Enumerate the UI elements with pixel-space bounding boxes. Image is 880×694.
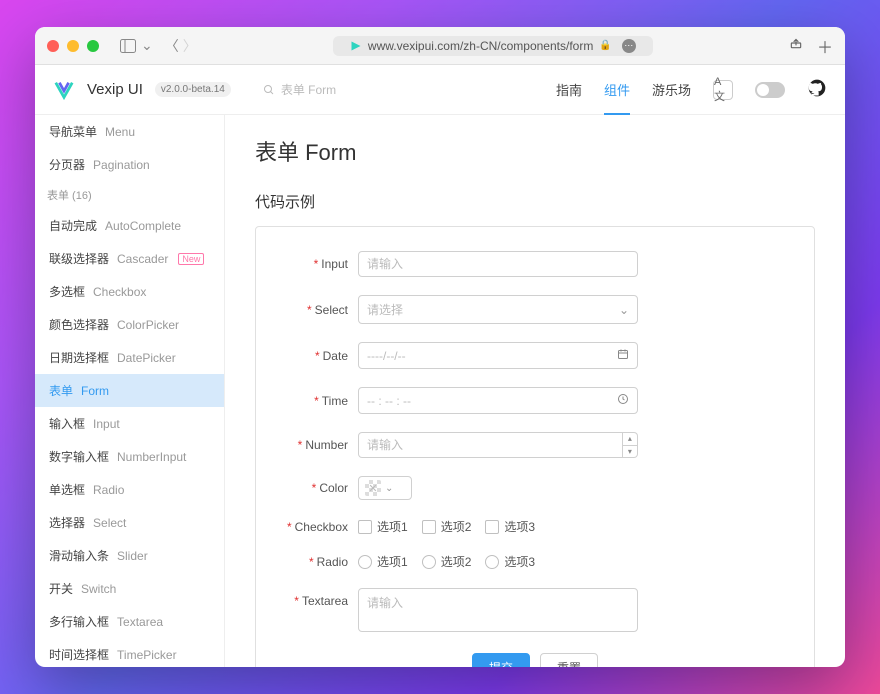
input-field[interactable]	[358, 251, 638, 277]
radio-opt-1[interactable]: 选项1	[358, 553, 408, 570]
theme-toggle[interactable]	[755, 82, 785, 98]
sidebar-item-switch[interactable]: 开关 Switch	[35, 572, 224, 605]
label-date: Date	[323, 349, 348, 363]
sidebar-item-autocomplete[interactable]: 自动完成 AutoComplete	[35, 209, 224, 242]
nav-components[interactable]: 组件	[604, 80, 630, 115]
url-text: www.vexipui.com/zh-CN/components/form	[368, 39, 593, 53]
label-number: Number	[305, 438, 348, 452]
sidebar: 导航菜单 Menu 分页器 Pagination 表单 (16) 自动完成 Au…	[35, 115, 225, 667]
select-placeholder: 请选择	[367, 301, 619, 318]
radio-icon	[485, 555, 499, 569]
close-window-icon[interactable]	[47, 40, 59, 52]
radio-icon	[358, 555, 372, 569]
logo-icon[interactable]	[53, 79, 75, 101]
checkbox-icon	[422, 520, 436, 534]
nav-playground[interactable]: 游乐场	[652, 80, 691, 99]
app-header: Vexip UI v2.0.0-beta.14 表单 Form 指南 组件 游乐…	[35, 65, 845, 115]
sidebar-item-radio[interactable]: 单选框 Radio	[35, 473, 224, 506]
url-bar[interactable]: www.vexipui.com/zh-CN/components/form 🔒 …	[333, 36, 653, 56]
date-placeholder: ----/--/--	[367, 349, 617, 363]
sidebar-item-numberinput[interactable]: 数字输入框 NumberInput	[35, 440, 224, 473]
chevron-down-icon: ⌄	[619, 303, 629, 317]
sidebar-item-form[interactable]: 表单 Form	[35, 374, 224, 407]
browser-window: ⌄ 〈 〉 www.vexipui.com/zh-CN/components/f…	[35, 27, 845, 667]
number-field[interactable]	[358, 432, 623, 458]
nav-forward-icon: 〉	[183, 36, 197, 56]
sidebar-item-select[interactable]: 选择器 Select	[35, 506, 224, 539]
new-badge: New	[178, 253, 204, 265]
example-form-card: *Input *Select 请选择 ⌄ *Date	[255, 226, 815, 667]
sidebar-item-timepicker[interactable]: 时间选择框 TimePicker	[35, 638, 224, 667]
checkbox-opt-2[interactable]: 选项2	[422, 518, 472, 535]
sidebar-item-datepicker[interactable]: 日期选择框 DatePicker	[35, 341, 224, 374]
sidebar-group-form: 表单 (16)	[35, 181, 224, 209]
label-color: Color	[319, 481, 348, 495]
reset-button[interactable]: 重置	[540, 653, 598, 667]
titlebar: ⌄ 〈 〉 www.vexipui.com/zh-CN/components/f…	[35, 27, 845, 65]
select-field[interactable]: 请选择 ⌄	[358, 295, 638, 324]
label-radio: Radio	[317, 555, 348, 569]
sidebar-item-cascader[interactable]: 联级选择器 CascaderNew	[35, 242, 224, 275]
color-swatch-icon: ✕	[365, 480, 381, 496]
chevron-down-icon: ⌄	[385, 483, 393, 494]
radio-opt-2[interactable]: 选项2	[422, 553, 472, 570]
site-favicon-icon	[350, 40, 362, 52]
time-field[interactable]: -- : -- : --	[358, 387, 638, 414]
new-tab-icon[interactable]: ＋	[817, 34, 833, 58]
sidebar-item-textarea[interactable]: 多行输入框 Textarea	[35, 605, 224, 638]
checkbox-icon	[485, 520, 499, 534]
number-step-up[interactable]: ▴	[623, 433, 637, 446]
label-textarea: Textarea	[302, 594, 348, 608]
checkbox-icon	[358, 520, 372, 534]
reader-badge-icon[interactable]: ⋯	[622, 39, 636, 53]
main-content: 表单 Form 代码示例 *Input *Select 请选择 ⌄	[225, 115, 845, 667]
fullscreen-window-icon[interactable]	[87, 40, 99, 52]
sidebar-item-menu[interactable]: 导航菜单 Menu	[35, 115, 224, 148]
color-field[interactable]: ✕ ⌄	[358, 476, 412, 500]
label-time: Time	[322, 394, 348, 408]
brand-name[interactable]: Vexip UI	[87, 81, 143, 98]
traffic-lights	[47, 40, 99, 52]
section-title: 代码示例	[255, 191, 815, 212]
clock-icon	[617, 393, 629, 408]
radio-icon	[422, 555, 436, 569]
sidebar-item-slider[interactable]: 滑动输入条 Slider	[35, 539, 224, 572]
sidebar-toggle-icon[interactable]	[119, 37, 137, 55]
checkbox-opt-3[interactable]: 选项3	[485, 518, 535, 535]
content-area: 导航菜单 Menu 分页器 Pagination 表单 (16) 自动完成 Au…	[35, 115, 845, 667]
number-step-down[interactable]: ▾	[623, 446, 637, 458]
nav-guide[interactable]: 指南	[556, 80, 582, 99]
github-icon[interactable]	[807, 78, 827, 101]
sidebar-item-checkbox[interactable]: 多选框 Checkbox	[35, 275, 224, 308]
search-icon	[263, 84, 275, 96]
submit-button[interactable]: 提交	[472, 653, 530, 667]
nav-back-icon[interactable]: 〈	[165, 36, 179, 56]
radio-opt-3[interactable]: 选项3	[485, 553, 535, 570]
tab-dropdown-icon[interactable]: ⌄	[141, 37, 153, 54]
label-select: Select	[315, 303, 348, 317]
label-input: Input	[321, 257, 348, 271]
sidebar-item-colorpicker[interactable]: 颜色选择器 ColorPicker	[35, 308, 224, 341]
label-checkbox: Checkbox	[295, 520, 348, 534]
translate-icon[interactable]: A文	[713, 80, 733, 100]
sidebar-item-input[interactable]: 输入框 Input	[35, 407, 224, 440]
textarea-field[interactable]	[358, 588, 638, 632]
checkbox-opt-1[interactable]: 选项1	[358, 518, 408, 535]
date-field[interactable]: ----/--/--	[358, 342, 638, 369]
version-badge[interactable]: v2.0.0-beta.14	[155, 82, 231, 97]
time-placeholder: -- : -- : --	[367, 394, 617, 408]
doc-search[interactable]: 表单 Form	[263, 81, 336, 98]
sidebar-item-pagination[interactable]: 分页器 Pagination	[35, 148, 224, 181]
minimize-window-icon[interactable]	[67, 40, 79, 52]
calendar-icon	[617, 348, 629, 363]
page-title: 表单 Form	[255, 135, 815, 167]
search-placeholder: 表单 Form	[281, 81, 336, 98]
lock-icon: 🔒	[599, 40, 611, 51]
share-icon[interactable]	[789, 36, 803, 55]
